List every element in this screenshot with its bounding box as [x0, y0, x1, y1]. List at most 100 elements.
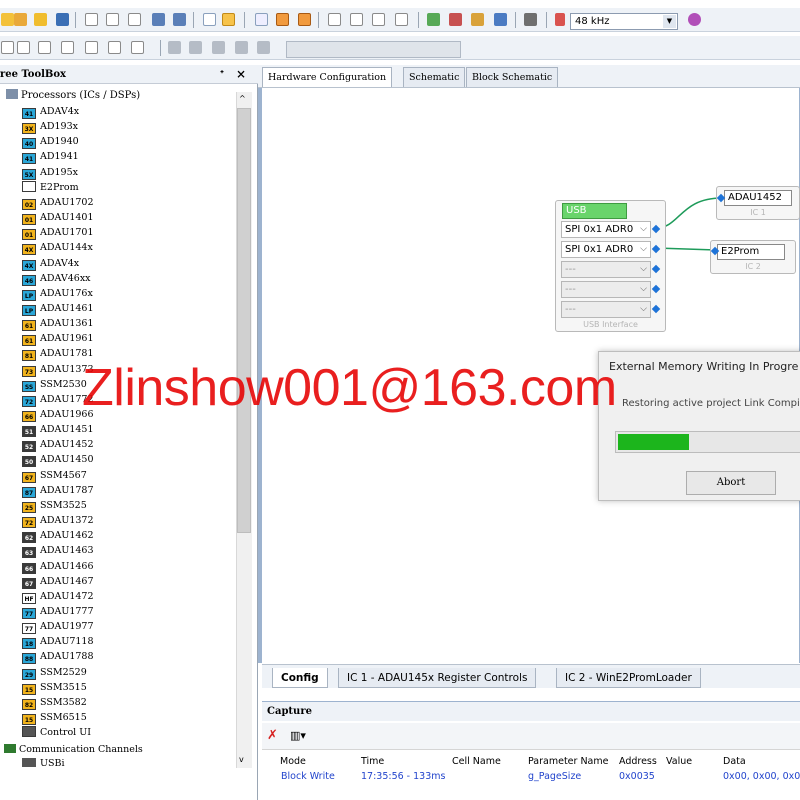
tree-item[interactable]: 51 ADAU1451 [22, 423, 94, 438]
row1-mode[interactable]: Block Write [281, 771, 335, 782]
tool-k-icon[interactable] [235, 41, 248, 54]
redo-icon[interactable] [173, 13, 186, 26]
usb-port-5[interactable]: --- ⌵ [561, 301, 651, 318]
settings-icon[interactable] [688, 13, 701, 26]
tree-item[interactable]: 41 AD1941 [22, 150, 79, 165]
columns-icon[interactable]: ▥▾ [290, 729, 306, 742]
tree-item[interactable]: 40 AD1940 [22, 135, 79, 150]
tree-root-processors[interactable]: Processors (ICs / DSPs) [6, 89, 140, 103]
col-value[interactable]: Value [666, 756, 692, 767]
layout-icon[interactable] [276, 13, 289, 26]
tool-h-icon[interactable] [168, 41, 181, 54]
tree-item[interactable]: 15 SSM3515 [22, 681, 87, 695]
toolbar-combo[interactable] [286, 41, 461, 58]
row1-data[interactable]: 0x00, 0x00, 0x0 [723, 771, 800, 782]
window-icon[interactable] [255, 13, 268, 26]
chevron-down-icon[interactable]: ⌵ [640, 302, 647, 317]
new-icon[interactable] [1, 13, 14, 26]
sample-rate-select[interactable]: 48 kHz ▼ [570, 13, 678, 30]
tree-item[interactable]: 88 ADAU1788 [22, 650, 94, 665]
row1-time[interactable]: 17:35:56 - 133ms [361, 771, 445, 782]
tree-item[interactable]: Control UI [22, 726, 91, 740]
tree-item[interactable]: LP ADAU176x [22, 287, 93, 301]
clear-icon[interactable]: ✗ [267, 728, 278, 743]
close-icon[interactable]: × [236, 65, 246, 84]
toolbox-scroll-thumb[interactable] [237, 108, 251, 533]
col-address[interactable]: Address [619, 756, 657, 767]
tree-item[interactable]: HF ADAU1472 [22, 590, 94, 604]
usb-port-4[interactable]: --- ⌵ [561, 281, 651, 298]
tree-item[interactable]: 3X AD193x [22, 120, 78, 135]
tool-d-icon[interactable] [61, 41, 74, 54]
save-icon[interactable] [56, 13, 69, 26]
scroll-up-icon[interactable]: ^ [239, 94, 246, 103]
tree-item[interactable]: 29 SSM2529 [22, 666, 87, 680]
tree-item[interactable]: 66 ADAU1466 [22, 560, 94, 574]
tree-item[interactable]: 15 SSM6515 [22, 711, 87, 725]
link-compile-icon[interactable] [427, 13, 440, 26]
tree-item[interactable]: 25 SSM3525 [22, 499, 87, 513]
pin-icon[interactable]: ᐩ [220, 65, 224, 84]
copy-icon[interactable] [106, 13, 119, 26]
usb-port-3[interactable]: --- ⌵ [561, 261, 651, 278]
tab-block-schematic[interactable]: Block Schematic [466, 67, 559, 87]
tree-item[interactable]: 67 ADAU1467 [22, 575, 94, 589]
col-parameter-name[interactable]: Parameter Name [528, 756, 608, 767]
tree-item-usbi[interactable]: USBi [22, 757, 65, 771]
undo-icon[interactable] [152, 13, 165, 26]
col-data[interactable]: Data [723, 756, 746, 767]
tab-ic1-register-controls[interactable]: IC 1 - ADAU145x Register Controls [338, 668, 537, 688]
tool-i-icon[interactable] [189, 41, 202, 54]
tree-item[interactable]: 01 ADAU1401 [22, 211, 94, 226]
col-mode[interactable]: Mode [280, 756, 306, 767]
tree-item[interactable]: 52 ADAU1452 [22, 438, 94, 453]
tool-e-icon[interactable] [85, 41, 98, 54]
tree-root-communication[interactable]: Communication Channels [4, 743, 143, 757]
tab-config[interactable]: Config [272, 668, 328, 688]
chevron-down-icon[interactable]: ⌵ [640, 282, 647, 297]
tool-c-icon[interactable] [38, 41, 51, 54]
stack-icon[interactable] [395, 13, 408, 26]
tool-a-icon[interactable] [1, 41, 14, 54]
add-icon[interactable] [257, 41, 270, 54]
grid-icon[interactable] [203, 13, 216, 26]
tree-item[interactable]: LP ADAU1461 [22, 302, 94, 316]
distribute-icon[interactable] [372, 13, 385, 26]
tree-item[interactable]: 01 ADAU1701 [22, 226, 94, 241]
cut-icon[interactable] [85, 13, 98, 26]
row1-address[interactable]: 0x0035 [619, 771, 655, 782]
tree-item[interactable]: 82 SSM3582 [22, 696, 87, 710]
rotate-icon[interactable] [328, 13, 341, 26]
tree-item[interactable]: 62 ADAU1462 [22, 529, 94, 544]
col-time[interactable]: Time [361, 756, 384, 767]
tree-item[interactable]: 41 ADAV4x [22, 105, 79, 119]
row1-param[interactable]: g_PageSize [528, 771, 581, 782]
tab-ic2-wine2promloader[interactable]: IC 2 - WinE2PromLoader [556, 668, 701, 688]
abort-button[interactable]: Abort [686, 471, 776, 495]
tree-item[interactable]: 87 ADAU1787 [22, 484, 94, 498]
usb-port-2[interactable]: SPI 0x1 ADR0 ⌵ [561, 241, 651, 258]
tree-item[interactable]: 67 SSM4567 [22, 469, 87, 483]
paste-icon[interactable] [128, 13, 141, 26]
tree-item[interactable]: SS SSM2530 [22, 378, 87, 392]
chevron-down-icon[interactable]: ▼ [663, 15, 676, 28]
tree-item[interactable]: 5X AD195x [22, 166, 78, 180]
tree-item[interactable]: E2Prom [22, 180, 79, 195]
usb-port-1[interactable]: SPI 0x1 ADR0 ⌵ [561, 221, 651, 238]
tree-item[interactable]: 61 ADAU1961 [22, 332, 94, 347]
align-icon[interactable] [350, 13, 363, 26]
tool-g-icon[interactable] [131, 41, 144, 54]
chevron-down-icon[interactable]: ⌵ [640, 242, 647, 257]
link-icon[interactable] [471, 13, 484, 26]
tab-schematic[interactable]: Schematic [403, 67, 466, 87]
tool-b-icon[interactable] [17, 41, 30, 54]
col-cell-name[interactable]: Cell Name [452, 756, 501, 767]
network-icon[interactable] [524, 13, 537, 26]
tree-item[interactable]: 46 ADAV46xx [22, 272, 91, 286]
tree-item[interactable]: 77 ADAU1977 [22, 620, 94, 635]
tree-item[interactable]: 63 ADAU1463 [22, 544, 94, 559]
scroll-down-icon[interactable]: v [239, 755, 244, 764]
tree-item[interactable]: 02 ADAU1702 [22, 196, 94, 210]
tree-item[interactable]: 72 ADAU1372 [22, 514, 94, 528]
tree-item[interactable]: 4X ADAV4x [22, 257, 79, 271]
